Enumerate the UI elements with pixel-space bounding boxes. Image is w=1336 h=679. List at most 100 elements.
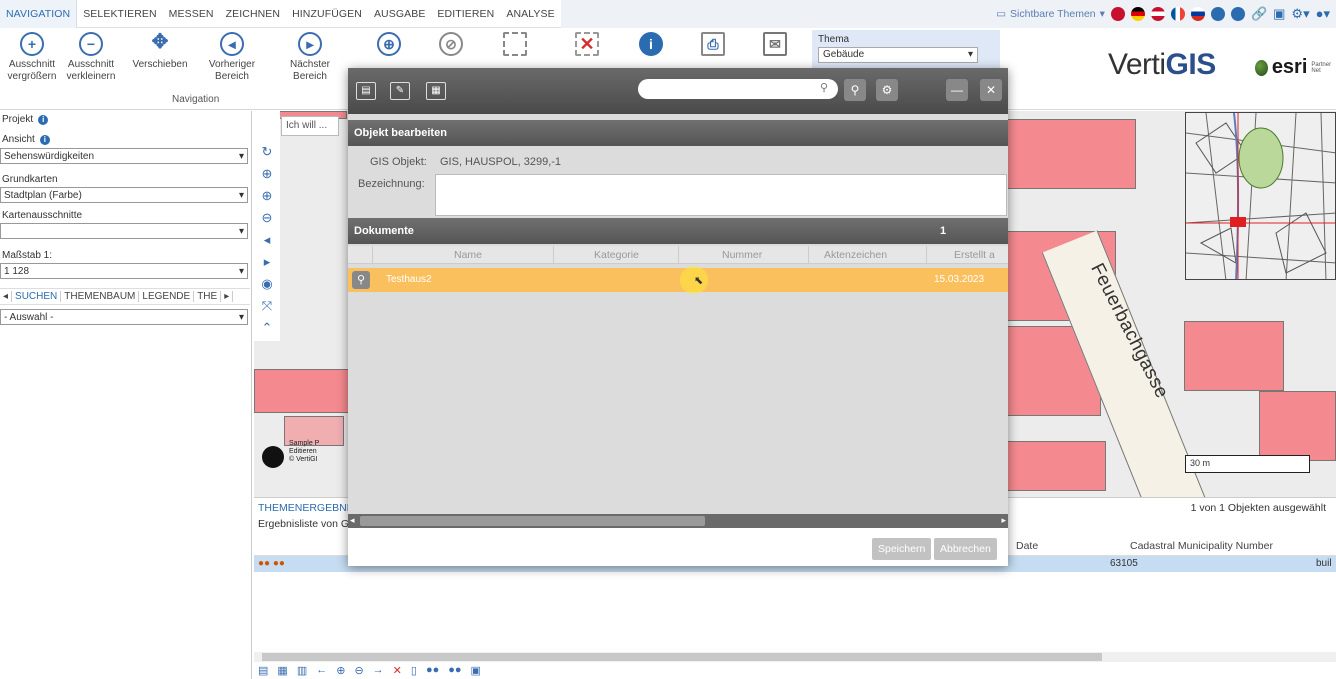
flag-fr-icon[interactable] bbox=[1170, 7, 1185, 21]
document-icon[interactable]: ▯ bbox=[411, 664, 417, 679]
settings-icon[interactable]: ⚙ bbox=[876, 79, 898, 101]
select-rectangle-button[interactable] bbox=[500, 32, 530, 59]
close-icon[interactable]: ✕ bbox=[980, 79, 1002, 101]
col-sep bbox=[372, 246, 373, 264]
clear-selection-button[interactable]: ⊘ bbox=[436, 32, 466, 59]
column-date[interactable]: Date bbox=[1016, 540, 1038, 552]
results-scroll-thumb[interactable] bbox=[262, 653, 1102, 661]
tab-legende[interactable]: LEGENDE bbox=[139, 291, 195, 302]
menu-editieren[interactable]: EDITIEREN bbox=[431, 0, 500, 28]
flag-at-icon[interactable] bbox=[1150, 7, 1165, 21]
ansicht-select[interactable]: Sehenswürdigkeiten ▾ bbox=[0, 148, 248, 164]
save-button[interactable]: Speichern bbox=[872, 538, 932, 560]
info-icon[interactable]: i bbox=[39, 135, 50, 145]
link-icon[interactable]: 🔗 bbox=[1251, 6, 1267, 22]
previous-extent-button[interactable]: ◂ Vorheriger Bereich bbox=[200, 32, 264, 83]
tab-scroll-right-icon[interactable]: ▸ bbox=[221, 291, 234, 302]
full-extent-icon[interactable]: ⤧ bbox=[258, 297, 276, 315]
print-button[interactable]: ⎙ bbox=[698, 32, 728, 59]
zoom-previous-icon[interactable]: ◂ bbox=[258, 231, 276, 249]
zoom-out-button[interactable]: − Ausschnitt verkleinern bbox=[62, 32, 120, 83]
forward-icon[interactable]: → bbox=[373, 664, 384, 679]
search-icon[interactable]: ⚲ bbox=[820, 81, 828, 94]
info-icon[interactable]: i bbox=[38, 115, 49, 125]
menu-zeichnen[interactable]: ZEICHNEN bbox=[220, 0, 286, 28]
help-icon[interactable] bbox=[1230, 7, 1245, 21]
tab-themen[interactable]: THE bbox=[194, 291, 222, 302]
menu-messen[interactable]: MESSEN bbox=[163, 0, 220, 28]
column-cadastral[interactable]: Cadastral Municipality Number bbox=[1130, 540, 1273, 552]
column-nummer[interactable]: Nummer bbox=[722, 249, 762, 261]
locate-icon[interactable]: ◉ bbox=[258, 275, 276, 293]
info-button[interactable]: i bbox=[636, 32, 666, 59]
grundkarten-select[interactable]: Stadtplan (Farbe) ▾ bbox=[0, 187, 248, 203]
zoom-next-icon[interactable]: ▸ bbox=[258, 253, 276, 271]
mail-button[interactable]: ✉ bbox=[760, 32, 790, 59]
massstab-select[interactable]: 1 128 ▾ bbox=[0, 263, 248, 279]
bezeichnung-input[interactable] bbox=[435, 174, 1007, 216]
visible-themes-dropdown[interactable]: ▭ Sichtbare Themen ▾ bbox=[996, 8, 1105, 20]
delete-selection-button[interactable]: ✕ bbox=[572, 32, 602, 59]
document-row[interactable]: ⚲ Testhaus2 15.03.2023 bbox=[348, 268, 1008, 292]
search-icon[interactable]: ⚲ bbox=[352, 271, 370, 289]
results-hscrollbar[interactable] bbox=[254, 652, 1336, 662]
menu-ausgabe[interactable]: AUSGABE bbox=[368, 0, 431, 28]
zoom-out-icon[interactable]: ⊖ bbox=[258, 209, 276, 227]
scroll-right-icon[interactable]: ▸ bbox=[1001, 515, 1006, 526]
delete-icon[interactable]: ✕ bbox=[393, 664, 402, 679]
dialog-hscrollbar[interactable]: ◂ ▸ bbox=[348, 514, 1008, 528]
scroll-left-icon[interactable]: ◂ bbox=[350, 515, 355, 526]
previous-extent-label2: Bereich bbox=[215, 71, 249, 82]
dialog-scroll-thumb[interactable] bbox=[360, 516, 705, 526]
pan-button[interactable]: ✥ Verschieben bbox=[120, 32, 200, 71]
group-add-icon[interactable]: ●● bbox=[448, 664, 461, 679]
menu-hinzufuegen[interactable]: HINZUFÜGEN bbox=[286, 0, 368, 28]
user-icon[interactable]: ●▾ bbox=[1316, 6, 1330, 22]
globe-icon[interactable]: ⊕ bbox=[258, 165, 276, 183]
calendar-icon[interactable]: ▦ bbox=[426, 82, 446, 100]
tab-suchen[interactable]: SUCHEN bbox=[12, 291, 62, 302]
zoom-out-icon[interactable]: ⊖ bbox=[354, 664, 363, 679]
tab-scroll-left-icon[interactable]: ◂ bbox=[0, 291, 13, 302]
overview-map[interactable] bbox=[1185, 112, 1336, 280]
refresh-icon[interactable]: ↻ bbox=[258, 143, 276, 161]
flag-de-icon[interactable] bbox=[1130, 7, 1145, 21]
edit-icon[interactable]: ✎ bbox=[390, 82, 410, 100]
auswahl-select[interactable]: - Auswahl - ▾ bbox=[0, 309, 248, 325]
export-icon[interactable]: ▤ bbox=[258, 664, 268, 679]
save-icon[interactable]: ▣ bbox=[471, 664, 481, 679]
full-extent-button[interactable]: ⊕ bbox=[374, 32, 404, 59]
dialog-search-input[interactable] bbox=[638, 79, 838, 99]
column-aktenzeichen[interactable]: Aktenzeichen bbox=[824, 249, 887, 261]
back-icon[interactable]: ← bbox=[316, 664, 327, 679]
search-button[interactable]: ⚲ bbox=[844, 79, 866, 101]
cancel-button[interactable]: Abbrechen bbox=[934, 538, 997, 560]
save-icon[interactable]: ▣ bbox=[1273, 6, 1285, 22]
group-icon[interactable]: ●● bbox=[426, 664, 439, 679]
row-action-icons[interactable]: ●● ●● bbox=[258, 558, 285, 569]
results-title[interactable]: THEMENERGEBNIS bbox=[258, 502, 357, 514]
next-extent-button[interactable]: ▸ Nächster Bereich bbox=[282, 32, 338, 83]
ich-will-dropdown[interactable]: Ich will ... bbox=[281, 116, 339, 136]
list-icon[interactable]: ▤ bbox=[356, 82, 376, 100]
menu-analyse[interactable]: ANALYSE bbox=[500, 0, 560, 28]
copy-icon[interactable]: ▥ bbox=[297, 664, 307, 679]
table-icon[interactable]: ▦ bbox=[277, 664, 287, 679]
menu-navigation[interactable]: NAVIGATION bbox=[0, 0, 78, 28]
menu-selektieren[interactable]: SELEKTIEREN bbox=[77, 0, 162, 28]
column-kategorie[interactable]: Kategorie bbox=[594, 249, 639, 261]
globe-icon[interactable] bbox=[1210, 7, 1225, 21]
kartenausschnitte-select[interactable]: ▾ bbox=[0, 223, 248, 239]
collapse-up-icon[interactable]: ⌃ bbox=[258, 319, 276, 337]
minimize-icon[interactable]: — bbox=[946, 79, 968, 101]
settings-icon[interactable]: ⚙▾ bbox=[1291, 6, 1309, 22]
flag-uk-icon[interactable] bbox=[1110, 7, 1125, 21]
tab-themenbaum[interactable]: THEMENBAUM bbox=[61, 291, 140, 302]
zoom-in-icon[interactable]: ⊕ bbox=[336, 664, 345, 679]
thema-select[interactable]: Gebäude ▾ bbox=[818, 47, 978, 63]
zoom-in-button[interactable]: + Ausschnitt vergrößern bbox=[4, 32, 60, 83]
column-erstellt[interactable]: Erstellt a bbox=[954, 249, 995, 261]
zoom-in-icon[interactable]: ⊕ bbox=[258, 187, 276, 205]
column-name[interactable]: Name bbox=[454, 249, 482, 261]
flag-ru-icon[interactable] bbox=[1190, 7, 1205, 21]
